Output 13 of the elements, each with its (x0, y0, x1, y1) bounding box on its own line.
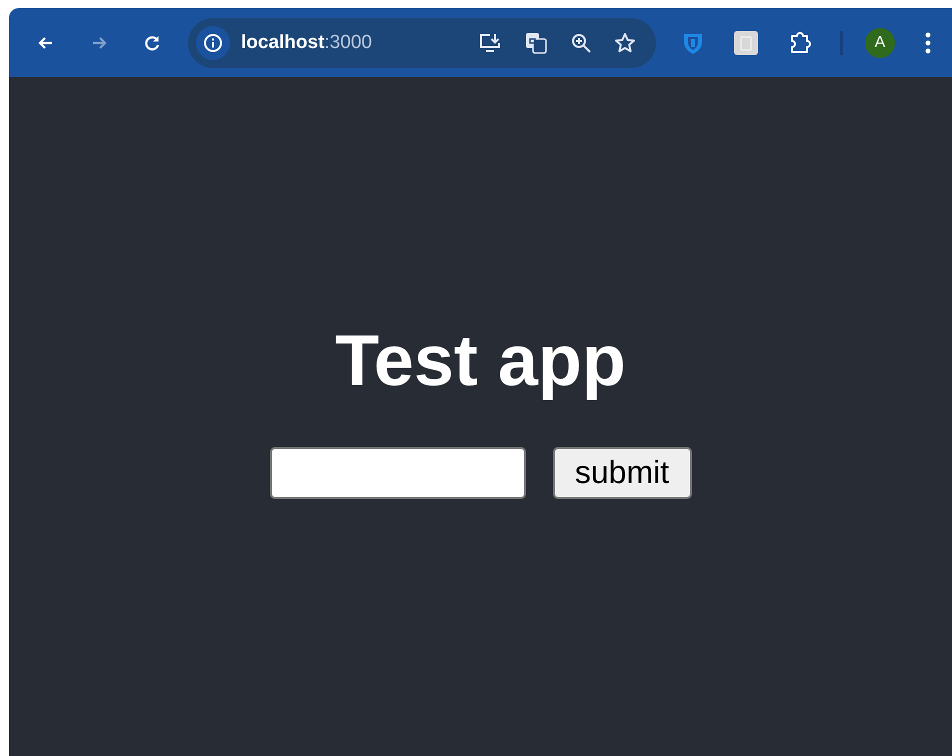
star-icon[interactable] (614, 32, 636, 54)
menu-icon[interactable] (925, 32, 931, 54)
submit-button[interactable]: submit (552, 446, 692, 498)
translate-icon[interactable] (524, 30, 548, 54)
install-app-icon[interactable] (478, 32, 502, 54)
zoom-icon[interactable] (570, 32, 592, 54)
clipboard-icon[interactable] (734, 30, 758, 54)
text-input[interactable] (270, 446, 526, 498)
url-text: localhost:3000 (241, 32, 372, 54)
address-bar[interactable]: localhost:3000 (188, 18, 656, 68)
info-icon[interactable] (196, 26, 230, 60)
puzzle-icon[interactable] (788, 30, 812, 54)
profile-avatar[interactable]: A (865, 28, 895, 58)
